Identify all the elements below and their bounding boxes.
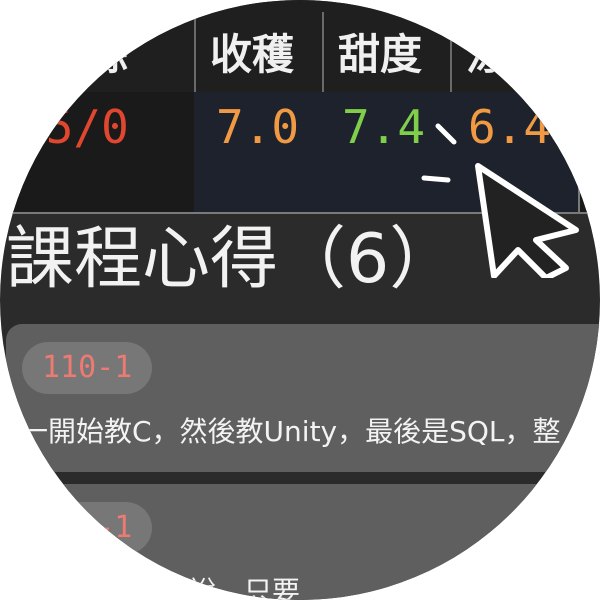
table-bottom-rule — [0, 212, 600, 214]
semester-badge: 110-1 — [22, 502, 153, 554]
column-divider — [450, 12, 452, 92]
column-divider — [578, 92, 580, 214]
value-coolness: 6.4 — [468, 100, 552, 154]
column-header-remaining[interactable]: 餘 — [86, 34, 128, 76]
screen-viewport: 餘 收穫 甜度 涼 95/0 7.0 7.4 6.4 課程心得（6） 110-1… — [0, 0, 600, 600]
semester-badge: 110-1 — [22, 342, 153, 394]
table-value-row: 95/0 7.0 7.4 6.4 — [0, 92, 600, 214]
review-card[interactable]: 110-1 一開始教C，然後教Unity，最後是SQL，整 — [6, 324, 600, 472]
column-header-coolness[interactable]: 涼 — [466, 34, 508, 76]
value-harvest: 7.0 — [216, 100, 300, 154]
column-header-harvest[interactable]: 收穫 — [210, 34, 294, 76]
review-text: 學長姐的評價說，只要 — [20, 575, 301, 600]
column-divider — [194, 12, 196, 92]
review-text: 一開始教C，然後教Unity，最後是SQL，整 — [20, 415, 561, 448]
value-sweetness: 7.4 — [342, 100, 426, 154]
column-header-sweetness[interactable]: 甜度 — [338, 34, 422, 76]
table-header-row: 餘 收穫 甜度 涼 — [0, 0, 600, 92]
section-title: 課程心得（6） — [6, 220, 458, 299]
review-card[interactable]: 110-1 學長姐的評價說，只要 — [6, 484, 600, 600]
column-divider — [322, 12, 324, 92]
value-remaining: 95/0 — [18, 100, 129, 154]
